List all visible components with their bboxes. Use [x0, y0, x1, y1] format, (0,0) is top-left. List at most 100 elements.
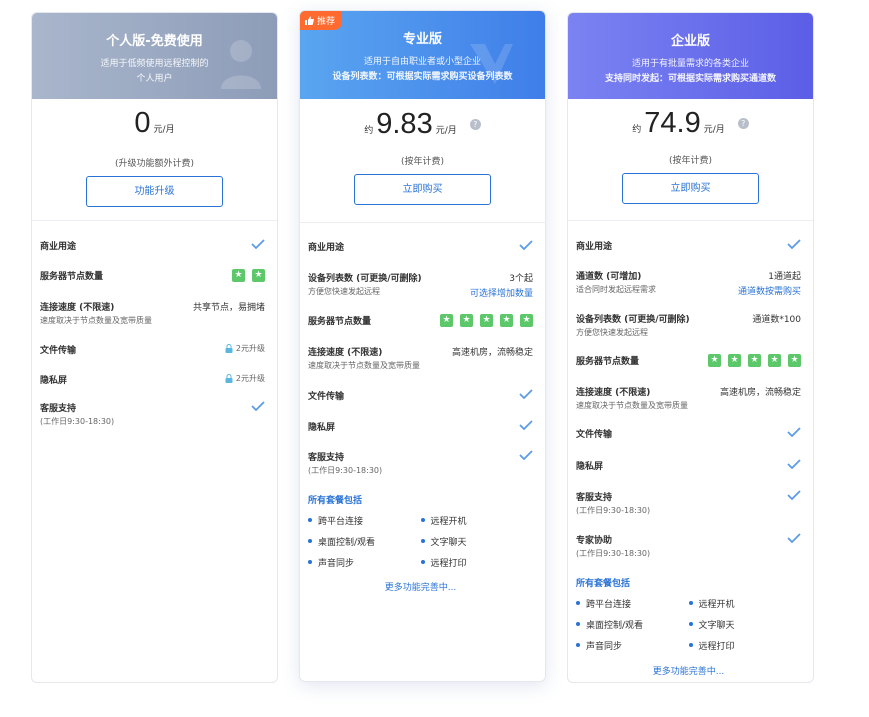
feature-value: 通道数*100	[752, 315, 801, 325]
feature-devices: 设备列表数 (可更换/可删除) 方便您快速发起远程 通道数*100	[576, 312, 801, 338]
question-circle-icon[interactable]: ?	[469, 119, 481, 130]
buy-now-button[interactable]: 立即购买	[354, 174, 491, 205]
upgrade-price[interactable]: 2元升级	[225, 373, 265, 384]
feature-text: 设备列表数 (可更换/可删除) 方便您快速发起远程	[576, 312, 690, 338]
feature-privacy: 隐私屏 2元升级	[40, 373, 265, 386]
feature-support: 客服支持 (工作日9:30-18:30)	[40, 401, 265, 427]
feature-value: 高速机房，流畅稳定	[719, 388, 801, 398]
plan-description: 适用于有批量需求的各类企业 支持同时发起：可根据实际需求购买通道数	[568, 57, 813, 87]
price-area: 0 元/月 (升级功能额外计费) 功能升级	[32, 107, 277, 221]
feature-speed: 连接速度 (不限速) 速度取决于节点数量及宽带质量 高速机房，流畅稳定	[576, 385, 801, 411]
plan-header-enterprise: 企业版 适用于有批量需求的各类企业 支持同时发起：可根据实际需求购买通道数	[568, 13, 813, 99]
price-value: 0	[134, 107, 151, 139]
check-icon	[787, 239, 801, 249]
add-devices-link[interactable]: 可选择增加数量	[470, 286, 533, 299]
included-item: 桌面控制/观看	[576, 618, 689, 631]
price-unit: 元/月	[703, 125, 725, 135]
feature-speed: 连接速度 (不限速) 速度取决于节点数量及宽带质量 高速机房，流畅稳定	[308, 345, 533, 371]
feature-file-transfer: 文件传输 2元升级	[40, 343, 265, 356]
feature-sub: 方便您快速发起远程	[308, 287, 380, 296]
feature-name: 设备列表数 (可更换/可删除)	[576, 315, 690, 325]
star-icon: ★	[232, 269, 245, 282]
included-item: 跨平台连接	[576, 597, 689, 610]
feature-value-text: 3个起	[509, 274, 533, 284]
feature-name: 客服支持	[308, 453, 345, 463]
plan-header-pro: 推荐 专业版 适用于自由职业者或小型企业 设备列表数：可根据实际需求购买设备列表…	[300, 11, 545, 99]
upgrade-button[interactable]: 功能升级	[86, 176, 223, 207]
price-value: 74.9	[644, 107, 701, 139]
feature-name: 隐私屏	[576, 462, 604, 472]
feature-channels: 通道数 (可增加) 适合同时发起远程需求 1通道起 通道数按需购买	[576, 269, 801, 297]
feature-name: 隐私屏	[308, 423, 336, 433]
feature-name: 连接速度 (不限速)	[308, 348, 383, 358]
star-icon: ★	[480, 314, 493, 327]
plan-desc-line: 设备列表数：可根据实际需求购买设备列表数	[332, 72, 513, 82]
included-grid: 跨平台连接 远程开机 桌面控制/观看 文字聊天 声音同步 远程打印	[576, 597, 801, 652]
check-icon	[787, 459, 801, 469]
feature-server-nodes: 服务器节点数量 ★ ★ ★ ★ ★	[308, 314, 533, 327]
feature-commercial: 商业用途	[576, 239, 801, 252]
plan-desc-line: 个人用户	[136, 74, 173, 84]
feature-value: 高速机房，流畅稳定	[451, 348, 533, 358]
plan-desc-line: 支持同时发起：可根据实际需求购买通道数	[604, 74, 776, 84]
feature-support: 客服支持 (工作日9:30-18:30)	[308, 450, 533, 476]
question-circle-icon[interactable]: ?	[737, 118, 749, 129]
feature-text: 客服支持 (工作日9:30-18:30)	[40, 401, 114, 427]
star-rating: ★ ★ ★ ★ ★	[708, 354, 801, 367]
feature-text: 客服支持 (工作日9:30-18:30)	[576, 490, 650, 516]
upgrade-price[interactable]: 2元升级	[225, 343, 265, 354]
included-section: 所有套餐包括 跨平台连接 远程开机 桌面控制/观看 文字聊天 声音同步 远程打印	[308, 493, 533, 569]
feature-file-transfer: 文件传输	[576, 427, 801, 440]
price-area: 约 9.83 元/月 ? (按年计费) 立即购买	[300, 108, 545, 223]
feature-commercial: 商业用途	[308, 240, 533, 253]
star-icon: ★	[768, 354, 781, 367]
included-title: 所有套餐包括	[308, 496, 363, 506]
included-item: 远程开机	[688, 597, 802, 610]
buy-now-button[interactable]: 立即购买	[622, 173, 759, 204]
feature-name: 服务器节点数量	[576, 357, 640, 367]
price-approx: 约	[632, 125, 642, 135]
price-line: 约 74.9 元/月 ?	[568, 107, 813, 140]
feature-commercial: 商业用途	[40, 239, 265, 252]
feature-name: 隐私屏	[40, 376, 68, 386]
feature-value: 共享节点，易拥堵	[192, 303, 265, 313]
feature-name: 商业用途	[576, 242, 613, 252]
buy-channels-link[interactable]: 通道数按需购买	[738, 284, 801, 297]
feature-value-text: 1通道起	[768, 272, 801, 282]
check-icon	[251, 239, 265, 249]
plan-desc-line: 适用于自由职业者或小型企业	[363, 57, 481, 67]
price-approx: 约	[364, 126, 374, 136]
feature-sub: (工作日9:30-18:30)	[576, 549, 651, 558]
feature-sub: 速度取决于节点数量及宽带质量	[576, 401, 688, 410]
price-unit: 元/月	[153, 125, 175, 135]
feature-expert: 专家协助 (工作日9:30-18:30)	[576, 533, 801, 559]
feature-name: 专家协助	[576, 536, 613, 546]
included-item: 文字聊天	[420, 535, 534, 548]
feature-name: 通道数 (可增加)	[576, 272, 642, 282]
feature-sub: (工作日9:30-18:30)	[576, 506, 651, 515]
included-section: 所有套餐包括 跨平台连接 远程开机 桌面控制/观看 文字聊天 声音同步 远程打印	[576, 576, 801, 652]
recommend-badge: 推荐	[300, 11, 343, 30]
star-icon: ★	[520, 314, 533, 327]
feature-name: 服务器节点数量	[40, 272, 104, 282]
more-features-link[interactable]: 更多功能完善中...	[576, 664, 801, 677]
feature-name: 设备列表数 (可更换/可删除)	[308, 274, 422, 284]
plan-description: 适用于低频使用远程控制的 个人用户	[32, 57, 277, 87]
star-icon: ★	[500, 314, 513, 327]
feature-name: 服务器节点数量	[308, 317, 372, 327]
star-rating: ★ ★ ★ ★ ★	[440, 314, 533, 327]
feature-value: 3个起 可选择增加数量	[470, 271, 533, 299]
price-line: 0 元/月	[32, 107, 277, 140]
price-value: 9.83	[376, 108, 433, 140]
star-icon: ★	[788, 354, 801, 367]
star-icon: ★	[460, 314, 473, 327]
included-grid: 跨平台连接 远程开机 桌面控制/观看 文字聊天 声音同步 远程打印	[308, 514, 533, 569]
feature-privacy: 隐私屏	[308, 420, 533, 433]
plan-card-pro: 推荐 专业版 适用于自由职业者或小型企业 设备列表数：可根据实际需求购买设备列表…	[299, 10, 546, 682]
plan-card-personal: 个人版-免费使用 适用于低频使用远程控制的 个人用户 0 元/月 (升级功能额外…	[31, 12, 278, 683]
plan-title: 企业版	[670, 34, 710, 49]
star-icon: ★	[708, 354, 721, 367]
plan-desc-line: 适用于有批量需求的各类企业	[631, 59, 749, 69]
included-item: 远程打印	[420, 556, 534, 569]
more-features-link[interactable]: 更多功能完善中...	[308, 580, 533, 593]
